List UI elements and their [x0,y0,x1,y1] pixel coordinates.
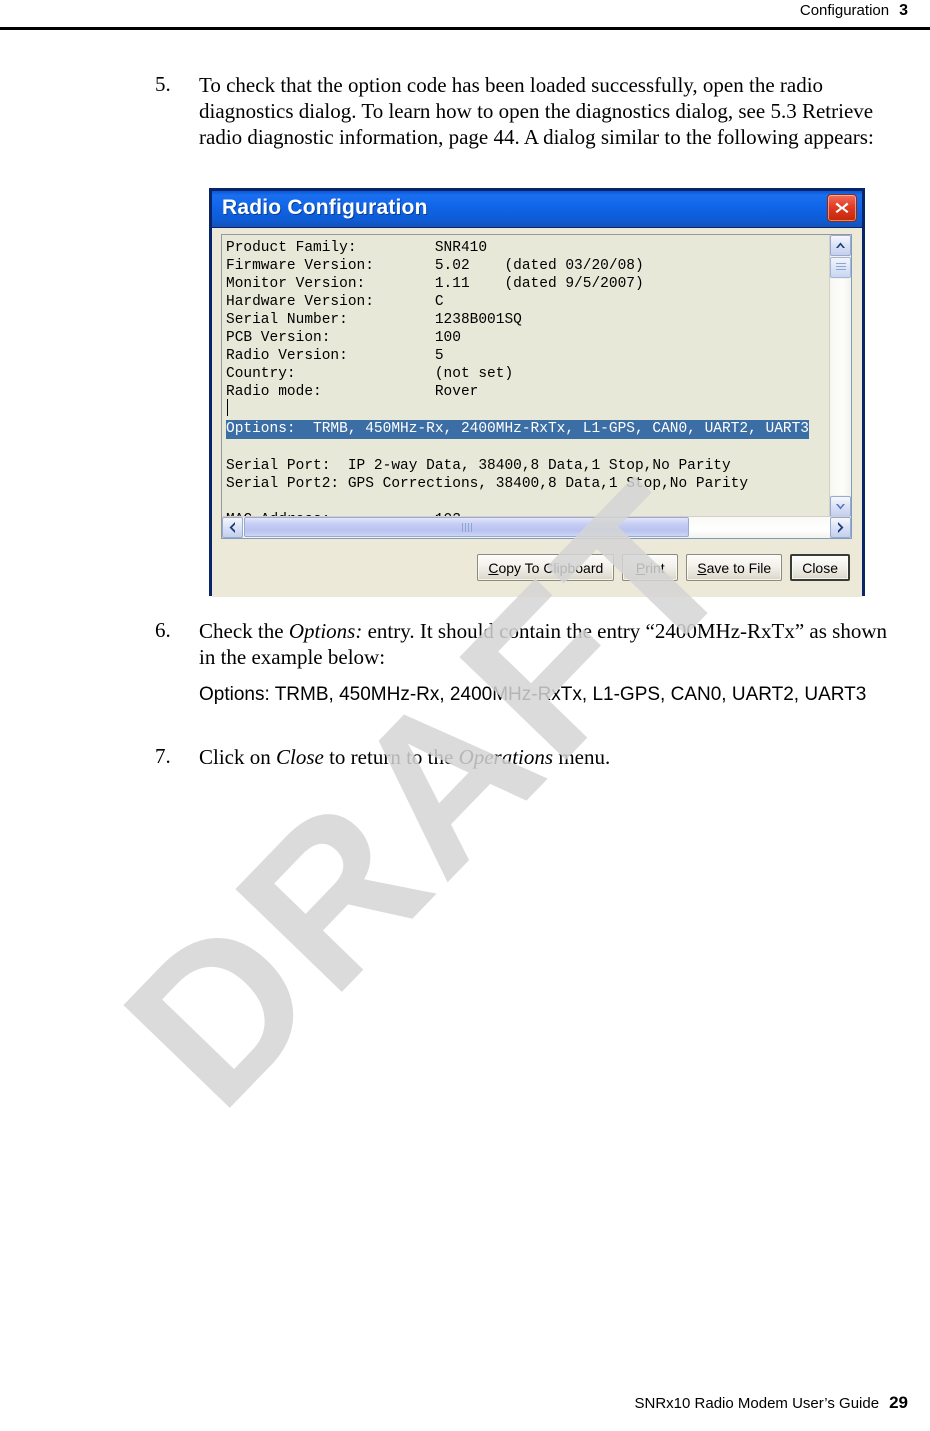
step-7-text-part2: to return to the [323,745,459,769]
horizontal-scrollbar-thumb[interactable] [244,517,689,537]
step-6-text-part1: Check the [199,619,289,643]
page-footer: SNRx10 Radio Modem User’s Guide 29 [0,1393,930,1413]
diag-line: Serial Port2: GPS Corrections, 38400,8 D… [226,475,749,492]
accel-char: P [635,559,646,576]
vertical-scrollbar[interactable] [829,235,851,517]
scrollbar-grip-icon [461,523,472,532]
diagnostics-text-content[interactable]: Product Family: SNR410 Firmware Version:… [222,235,830,517]
scrollbar-grip-icon [836,263,846,272]
close-button[interactable]: Close [790,554,850,581]
close-x-icon[interactable] [827,194,857,222]
diag-line: Monitor Version: 1.11 (dated 9/5/2007) [226,276,644,293]
chevron-up-icon[interactable] [830,235,851,256]
diag-line-options-selected: Options: TRMB, 450MHz-Rx, 2400MHz-RxTx, … [226,420,809,439]
step-5-text: To check that the option code has been l… [199,73,874,149]
vertical-scrollbar-thumb[interactable] [830,257,851,278]
header-chapter-title: Configuration [799,2,890,19]
footer-page-number: 29 [889,1393,908,1412]
copy-to-clipboard-button[interactable]: Copy To Clipboard [477,554,615,581]
step-6-example-options: Options: TRMB, 450MHz-Rx, 2400MHz-RxTx, … [199,684,867,705]
step-7: 7. Click on Close to return to the Opera… [155,744,895,770]
dialog-title-bar[interactable]: Radio Configuration [212,191,862,228]
step-6-options-emphasis: Options: [288,619,363,643]
dialog-title: Radio Configuration [222,196,428,219]
step-7-text-part1: Click on [199,745,276,769]
step-7-text: Click on Close to return to the Operatio… [199,744,895,770]
button-label: rint [645,559,665,576]
text-caret [227,399,228,416]
dialog-client-area: Product Family: SNR410 Firmware Version:… [212,228,862,597]
diag-line: PCB Version: 100 [226,330,461,347]
header-divider [0,27,930,30]
diag-line: Country: (not set) [226,366,514,383]
diag-line: Serial Port: IP 2-way Data, 38400,8 Data… [226,457,731,474]
step-7-text-part3: menu. [553,745,611,769]
button-label: ave to File [706,559,772,576]
step-6-number: 6. [155,618,171,642]
diag-line-blank [226,439,830,457]
diag-line: Radio Version: 5 [226,348,444,365]
footer-guide-title: SNRx10 Radio Modem User’s Guide [634,1395,880,1412]
dialog-button-row: Copy To Clipboard Print Save to File Clo… [477,554,850,581]
step-5: 5. To check that the option code has bee… [155,72,895,150]
diag-line-blank [226,493,830,511]
diag-line: Radio mode: Rover [226,384,479,401]
radio-configuration-dialog: Radio Configuration Product Family: SNR4… [209,188,865,597]
step-7-operations-emphasis: Operations [458,745,554,769]
diag-line: Firmware Version: 5.02 (dated 03/20/08) [226,258,644,275]
button-label: Close [802,559,838,576]
diag-line: Product Family: SNR410 [226,240,488,256]
diagnostics-text-panel[interactable]: Product Family: SNR410 Firmware Version:… [221,234,852,539]
save-to-file-button[interactable]: Save to File [686,554,783,581]
header-chapter-label: Configuration 3 [800,2,908,20]
step-6: 6. Check the Options: entry. It should c… [155,618,895,707]
chevron-left-icon[interactable] [222,517,243,538]
button-label: opy To Clipboard [498,559,604,576]
step-6-text: Check the Options: entry. It should cont… [199,618,895,670]
page-header: Configuration 3 [0,0,930,30]
step-5-number: 5. [155,72,171,96]
accel-char: S [697,559,707,576]
accel-char: C [488,559,499,576]
header-chapter-number: 3 [899,2,908,19]
chevron-down-icon[interactable] [830,496,851,517]
diag-line: Hardware Version: C [226,294,444,311]
step-7-close-emphasis: Close [276,745,324,769]
diag-line: Serial Number: 1238B001SQ [226,312,522,329]
vertical-scrollbar-track[interactable] [830,279,851,495]
footer-guide-label: SNRx10 Radio Modem User’s Guide 29 [635,1393,908,1413]
print-button[interactable]: Print [622,554,679,581]
chevron-right-icon[interactable] [830,517,851,538]
diag-line-blank [226,401,830,419]
step-7-number: 7. [155,744,171,768]
horizontal-scrollbar[interactable] [222,516,851,538]
step-6-example-block: Options: TRMB, 450MHz-Rx, 2400MHz-RxTx, … [199,682,895,707]
